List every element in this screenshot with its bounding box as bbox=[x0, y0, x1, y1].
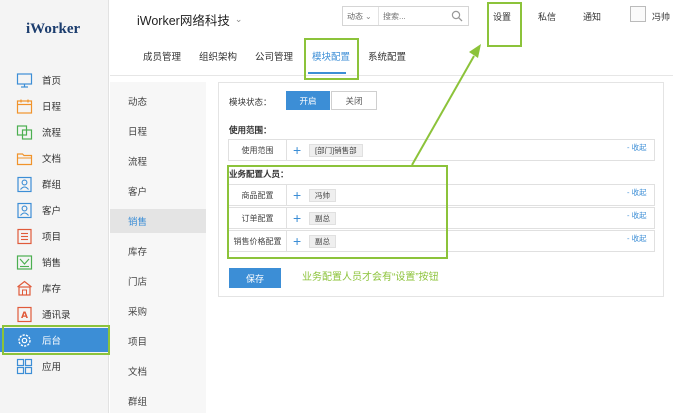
sidebar-item-groups[interactable]: 群组 bbox=[0, 172, 109, 196]
config-row-sales-price: 销售价格配置 + 副总 bbox=[228, 230, 655, 252]
config-staff-title: 业务配置人员： bbox=[229, 169, 289, 179]
sidebar-item-label: 项目 bbox=[42, 232, 62, 243]
collapse-link[interactable]: - 收起 bbox=[627, 187, 647, 198]
group-icon bbox=[17, 176, 32, 192]
sidebar-item-schedule[interactable]: 日程 bbox=[0, 94, 109, 118]
staff-tag[interactable]: 副总 bbox=[309, 235, 336, 248]
scope-row-label: 使用范围 bbox=[229, 140, 287, 160]
add-staff-button[interactable]: + bbox=[293, 232, 301, 250]
config-row-label: 订单配置 bbox=[229, 208, 287, 228]
folder-icon bbox=[16, 152, 33, 165]
customer-icon bbox=[17, 202, 32, 218]
sidebar-item-inventory[interactable]: 库存 bbox=[0, 276, 109, 300]
company-name: iWorker网络科技 bbox=[137, 14, 230, 28]
settings-link[interactable]: 设置 bbox=[493, 10, 511, 23]
scope-row: 使用范围 + [部门]销售部 bbox=[228, 139, 655, 161]
sidebar-item-flow[interactable]: 流程 bbox=[0, 120, 109, 144]
module-item-schedule[interactable]: 日程 bbox=[110, 119, 206, 143]
search-input[interactable] bbox=[379, 11, 449, 21]
project-icon bbox=[17, 228, 32, 244]
disable-button[interactable]: 关闭 bbox=[331, 91, 377, 110]
save-button[interactable]: 保存 bbox=[229, 268, 281, 288]
sidebar-item-label: 文档 bbox=[42, 154, 62, 165]
add-staff-button[interactable]: + bbox=[293, 186, 301, 204]
module-item-projects[interactable]: 项目 bbox=[110, 329, 206, 353]
chevron-down-icon: ⌄ bbox=[365, 11, 372, 21]
search-type-select[interactable]: 动态 ⌄ bbox=[343, 7, 379, 25]
tab-org-structure[interactable]: 组织架构 bbox=[199, 49, 237, 63]
chevron-down-icon: ⌄ bbox=[234, 14, 243, 24]
notifications-link[interactable]: 通知 bbox=[583, 10, 601, 23]
sidebar-item-sales[interactable]: 销售 bbox=[0, 250, 109, 274]
add-staff-button[interactable]: + bbox=[293, 209, 301, 227]
sales-icon bbox=[16, 254, 33, 270]
module-list: 动态 日程 流程 客户 销售 库存 门店 采购 项目 文档 群组 bbox=[110, 82, 206, 413]
gear-icon bbox=[18, 333, 31, 347]
top-tabs: 成员管理 组织架构 公司管理 模块配置 系统配置 bbox=[110, 38, 673, 76]
tab-company[interactable]: 公司管理 bbox=[255, 49, 293, 63]
scope-title: 使用范围： bbox=[229, 125, 272, 135]
search-type-label: 动态 bbox=[347, 11, 363, 21]
svg-text:A: A bbox=[21, 311, 28, 321]
module-item-docs[interactable]: 文档 bbox=[110, 359, 206, 383]
sidebar-item-label: 首页 bbox=[42, 76, 62, 87]
module-item-purchasing[interactable]: 采购 bbox=[110, 299, 206, 323]
search-box: 动态 ⌄ bbox=[342, 6, 469, 26]
module-item-feed[interactable]: 动态 bbox=[110, 89, 206, 113]
messages-link[interactable]: 私信 bbox=[538, 10, 556, 23]
sidebar-item-label: 日程 bbox=[42, 102, 62, 113]
sidebar-item-contacts[interactable]: A 通讯录 bbox=[0, 302, 109, 326]
avatar[interactable] bbox=[630, 6, 646, 22]
config-row-product: 商品配置 + 冯帅 bbox=[228, 184, 655, 206]
flow-icon bbox=[16, 124, 33, 140]
sidebar-item-label: 群组 bbox=[42, 180, 62, 191]
left-sidebar: iWorker 首页 日程 流程 文档 群组 客户 项目 销售 库存 A 通讯录 bbox=[0, 0, 109, 413]
collapse-link[interactable]: - 收起 bbox=[627, 210, 647, 221]
scope-tag[interactable]: [部门]销售部 bbox=[309, 144, 363, 157]
module-item-stores[interactable]: 门店 bbox=[110, 269, 206, 293]
config-row-order: 订单配置 + 副总 bbox=[228, 207, 655, 229]
staff-tag[interactable]: 冯帅 bbox=[309, 189, 336, 202]
username[interactable]: 冯帅 bbox=[652, 10, 670, 23]
sidebar-item-label: 流程 bbox=[42, 128, 62, 139]
sidebar-item-label: 销售 bbox=[42, 258, 62, 269]
monitor-icon bbox=[16, 72, 33, 88]
annotation-note: 业务配置人员才会有“设置”按钮 bbox=[302, 272, 439, 283]
calendar-icon bbox=[16, 99, 33, 114]
collapse-link[interactable]: - 收起 bbox=[627, 142, 647, 153]
config-row-label: 销售价格配置 bbox=[229, 231, 287, 251]
module-item-inventory[interactable]: 库存 bbox=[110, 239, 206, 263]
contacts-icon: A bbox=[17, 306, 32, 322]
enable-button[interactable]: 开启 bbox=[286, 91, 330, 110]
sidebar-item-label: 应用 bbox=[42, 362, 62, 373]
collapse-link[interactable]: - 收起 bbox=[627, 233, 647, 244]
sidebar-item-label: 后台 bbox=[42, 336, 62, 347]
sidebar-item-label: 库存 bbox=[42, 284, 62, 295]
sidebar-item-label: 客户 bbox=[42, 206, 62, 217]
sidebar-item-docs[interactable]: 文档 bbox=[0, 146, 109, 170]
module-item-sales[interactable]: 销售 bbox=[110, 209, 206, 233]
apps-grid-icon bbox=[16, 358, 33, 374]
company-switcher[interactable]: iWorker网络科技 ⌄ bbox=[137, 10, 242, 29]
sidebar-item-home[interactable]: 首页 bbox=[0, 68, 109, 92]
warehouse-icon bbox=[17, 280, 32, 296]
add-scope-button[interactable]: + bbox=[293, 141, 301, 159]
sidebar-item-customers[interactable]: 客户 bbox=[0, 198, 109, 222]
tab-module-config[interactable]: 模块配置 bbox=[312, 49, 350, 63]
sidebar-item-apps[interactable]: 应用 bbox=[0, 354, 109, 378]
active-tab-indicator bbox=[308, 72, 346, 74]
config-row-label: 商品配置 bbox=[229, 185, 287, 205]
tab-system-config[interactable]: 系统配置 bbox=[368, 49, 406, 63]
search-icon[interactable] bbox=[451, 10, 463, 22]
module-status-label: 模块状态： bbox=[229, 97, 272, 107]
module-item-customers[interactable]: 客户 bbox=[110, 179, 206, 203]
app-logo: iWorker bbox=[26, 21, 81, 37]
staff-tag[interactable]: 副总 bbox=[309, 212, 336, 225]
sidebar-item-label: 通讯录 bbox=[42, 310, 71, 321]
module-item-flow[interactable]: 流程 bbox=[110, 149, 206, 173]
sidebar-item-admin[interactable]: 后台 bbox=[0, 328, 109, 352]
sidebar-item-projects[interactable]: 项目 bbox=[0, 224, 109, 248]
module-item-groups[interactable]: 群组 bbox=[110, 389, 206, 413]
tab-members[interactable]: 成员管理 bbox=[143, 49, 181, 63]
